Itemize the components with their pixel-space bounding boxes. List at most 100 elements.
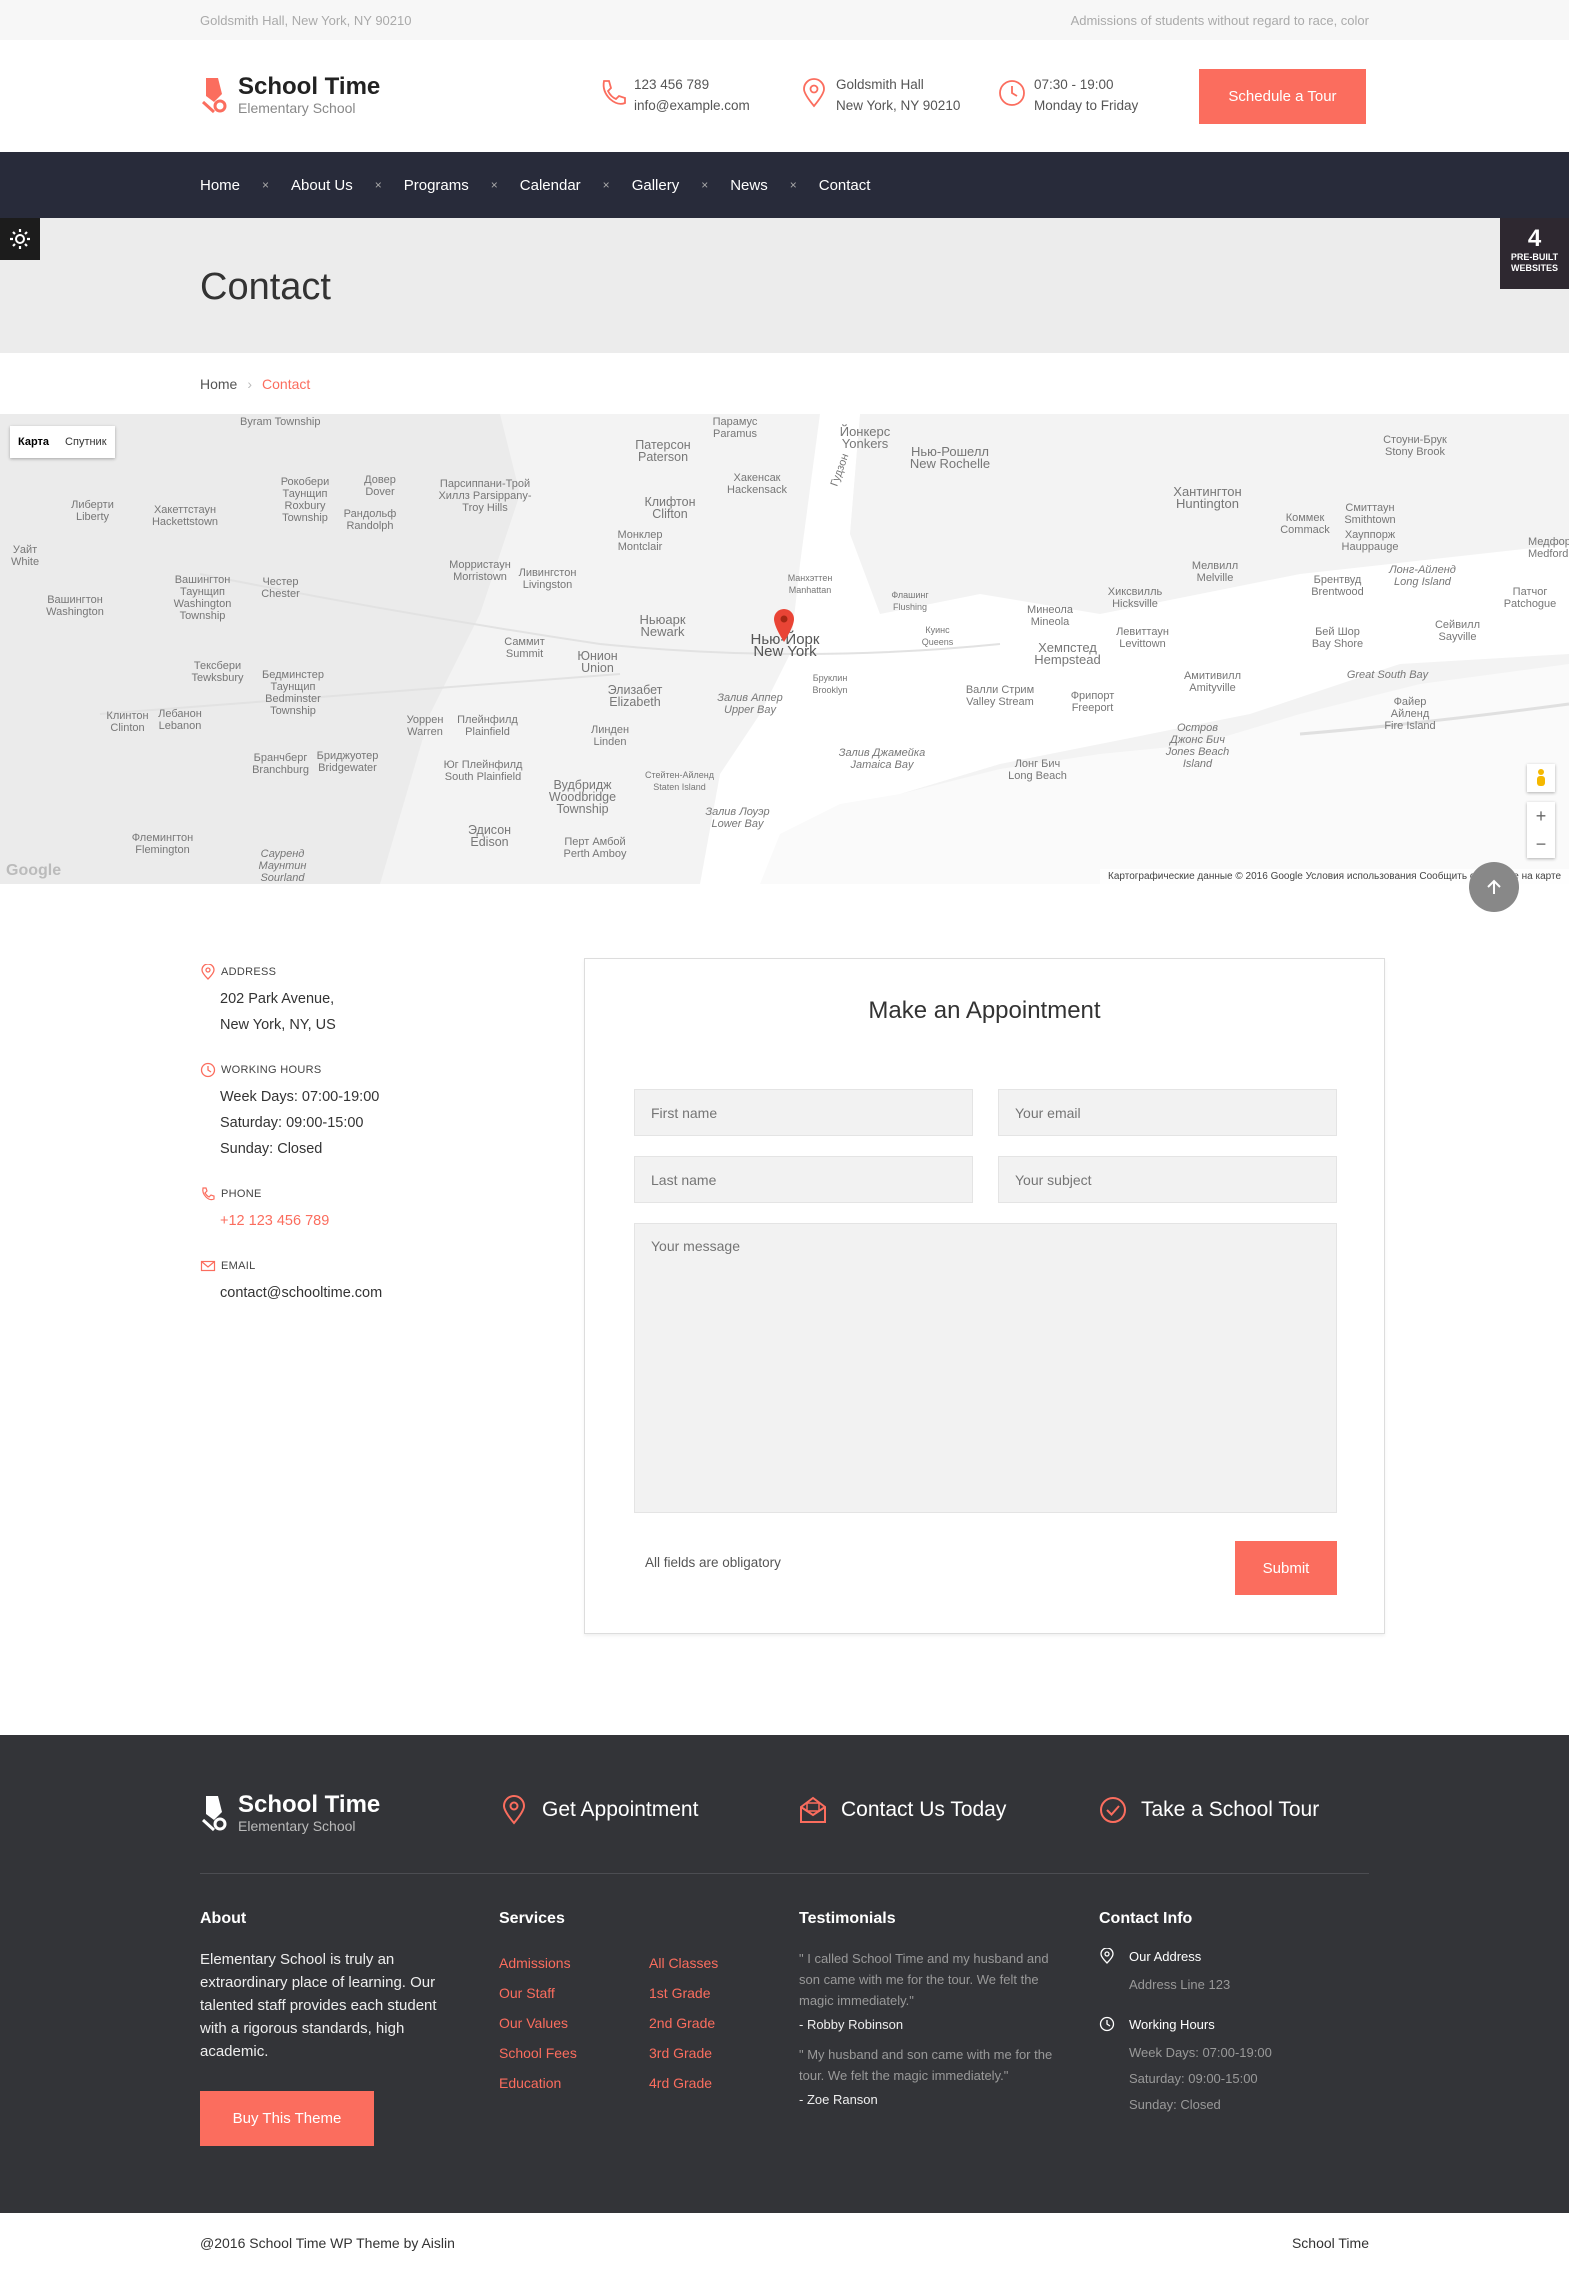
map-label: Йонкерс Yonkers (839, 424, 891, 451)
map-marker-icon[interactable] (773, 608, 795, 642)
map-label: Либерти Liberty (71, 499, 114, 523)
nav-separator: × (374, 178, 382, 192)
service-link[interactable]: All Classes (649, 1948, 718, 1978)
google-map[interactable]: Byram Township Парамус Paramus Йонкерс Y… (0, 414, 1569, 884)
map-label: Уайт White (10, 544, 40, 568)
copyright-text: @2016 School Time WP Theme by Aislin (200, 2235, 455, 2251)
service-link[interactable]: Education (499, 2068, 649, 2098)
map-label: Бранчберг Branchburg (252, 752, 309, 776)
contact-us-link[interactable]: Contact Us Today (799, 1795, 1006, 1825)
map-label: Манхэттен Manhattan (787, 573, 833, 595)
testimonial-author: - Zoe Ranson (799, 2092, 878, 2107)
footer-about: About Elementary School is truly an extr… (200, 1910, 450, 2063)
service-link[interactable]: Our Values (499, 2008, 649, 2038)
service-link[interactable]: Admissions (499, 1948, 649, 1978)
header-email[interactable]: info@example.com (634, 95, 750, 116)
school-tour-link[interactable]: Take a School Tour (1099, 1795, 1319, 1825)
footer-address-label: Our Address (1129, 1948, 1202, 1964)
submit-button[interactable]: Submit (1235, 1541, 1337, 1595)
form-note: All fields are obligatory (645, 1555, 781, 1570)
map-type-satellite[interactable]: Спутник (57, 426, 114, 458)
school-bell-icon (201, 1796, 227, 1832)
header-phone: 123 456 789 info@example.com (598, 74, 750, 116)
service-link[interactable]: Our Staff (499, 1978, 649, 2008)
subject-input[interactable] (998, 1156, 1337, 1203)
map-label: Патерсон Paterson (635, 438, 691, 464)
map-label: Вудбридж Woodbridge Township (548, 778, 617, 816)
hours-saturday: Saturday: 09:00-15:00 (220, 1115, 364, 1131)
pegman-icon[interactable] (1527, 764, 1555, 792)
nav-item-gallery[interactable]: Gallery × (632, 177, 731, 194)
map-label: Саммит Summit (504, 636, 545, 660)
first-name-input[interactable] (634, 1089, 973, 1136)
hours-weekdays: Week Days: 07:00-19:00 (220, 1089, 380, 1105)
prebuilt-websites-badge[interactable]: 4 PRE-BUILT WEBSITES (1500, 218, 1569, 289)
zoom-in-button[interactable]: + (1527, 802, 1555, 830)
map-label: Медфорд Medford (1528, 536, 1569, 560)
zoom-out-button[interactable]: − (1527, 830, 1555, 858)
breadcrumb-home[interactable]: Home (200, 376, 237, 392)
zoom-control: + − (1527, 802, 1555, 858)
nav-item-news[interactable]: News × (730, 177, 819, 194)
map-label: Клинтон Clinton (106, 710, 149, 734)
arrow-up-icon (1487, 879, 1501, 894)
testimonial-author: - Robby Robinson (799, 2017, 904, 2032)
nav-item-programs[interactable]: Programs × (404, 177, 520, 194)
buy-theme-button[interactable]: Buy This Theme (200, 2091, 374, 2146)
phone-label: PHONE (221, 1188, 262, 1200)
email-address[interactable]: contact@schooltime.com (220, 1280, 382, 1306)
nav-separator: × (701, 178, 709, 192)
email-input[interactable] (998, 1089, 1337, 1136)
map-label: Лонг-Айленд Long Island (1389, 564, 1456, 588)
settings-toggle[interactable] (0, 218, 40, 260)
footer-testimonials: Testimonials " I called School Time and … (799, 1910, 1059, 2119)
map-label: Рокобери Таунщип Roxbury Township (280, 476, 330, 524)
map-label: Бруклин Brooklyn (812, 673, 848, 695)
location-pin-icon (502, 1795, 526, 1825)
last-name-input[interactable] (634, 1156, 973, 1203)
map-label: Файер Айленд Fire Island (1384, 696, 1436, 732)
service-link[interactable]: 2nd Grade (649, 2008, 718, 2038)
nav-item-contact[interactable]: Contact (819, 177, 871, 194)
header-address-line1: Goldsmith Hall (836, 77, 924, 92)
top-bar: Goldsmith Hall, New York, NY 90210 Admis… (0, 0, 1569, 40)
site-logo[interactable]: School Time Elementary School (200, 72, 380, 118)
breadcrumb-current: Contact (262, 376, 311, 392)
service-link[interactable]: 3rd Grade (649, 2038, 718, 2068)
map-label: Юнион Union (577, 649, 618, 675)
nav-item-home[interactable]: Home × (200, 177, 291, 194)
address-label: ADDRESS (221, 966, 277, 978)
map-label: Фрипорт Freeport (1070, 690, 1115, 714)
map-label: Стейтен-Айленд Staten Island (644, 770, 715, 792)
message-textarea[interactable] (634, 1223, 1337, 1513)
map-label: Левиттаун Levittown (1116, 626, 1169, 650)
copyright-brand[interactable]: School Time (1292, 2235, 1369, 2251)
phone-number[interactable]: +12 123 456 789 (220, 1208, 329, 1234)
nav-item-calendar[interactable]: Calendar × (520, 177, 632, 194)
map-label: Юг Плейнфилд South Plainfield (443, 759, 523, 783)
get-appointment-link[interactable]: Get Appointment (500, 1795, 698, 1825)
location-pin-icon (803, 78, 825, 108)
map-label: Хемпстед Hempstead (1034, 640, 1101, 667)
service-link[interactable]: 1st Grade (649, 1978, 718, 2008)
map-label: Патчог Patchogue (1503, 586, 1557, 610)
service-link[interactable]: School Fees (499, 2038, 649, 2068)
footer-logo[interactable]: School Time Elementary School (200, 1790, 380, 1836)
prebuilt-label-1: PRE-BUILT (1510, 252, 1559, 262)
schedule-tour-button[interactable]: Schedule a Tour (1199, 69, 1366, 124)
map-type-map[interactable]: Карта (10, 426, 57, 458)
service-link[interactable]: 4rd Grade (649, 2068, 718, 2098)
form-title: Make an Appointment (868, 997, 1101, 1024)
nav-item-about[interactable]: About Us × (291, 177, 404, 194)
map-label: Амитивилл Amityville (1183, 670, 1242, 694)
copyright-bar: @2016 School Time WP Theme by Aislin Sch… (0, 2213, 1569, 2271)
nav-separator: × (602, 178, 610, 192)
map-label: Морристаун Morristown (449, 559, 511, 583)
footer-testimonials-title: Testimonials (799, 1910, 896, 1927)
header-phone-number[interactable]: 123 456 789 (634, 74, 750, 95)
map-label: Коммек Commack (1280, 512, 1330, 536)
back-to-top-button[interactable] (1469, 862, 1519, 912)
email-label: EMAIL (221, 1260, 256, 1272)
map-label: Парсиппани-Трой Хиллз Parsippany-Troy Hi… (438, 478, 532, 514)
nav-separator: × (490, 178, 498, 192)
